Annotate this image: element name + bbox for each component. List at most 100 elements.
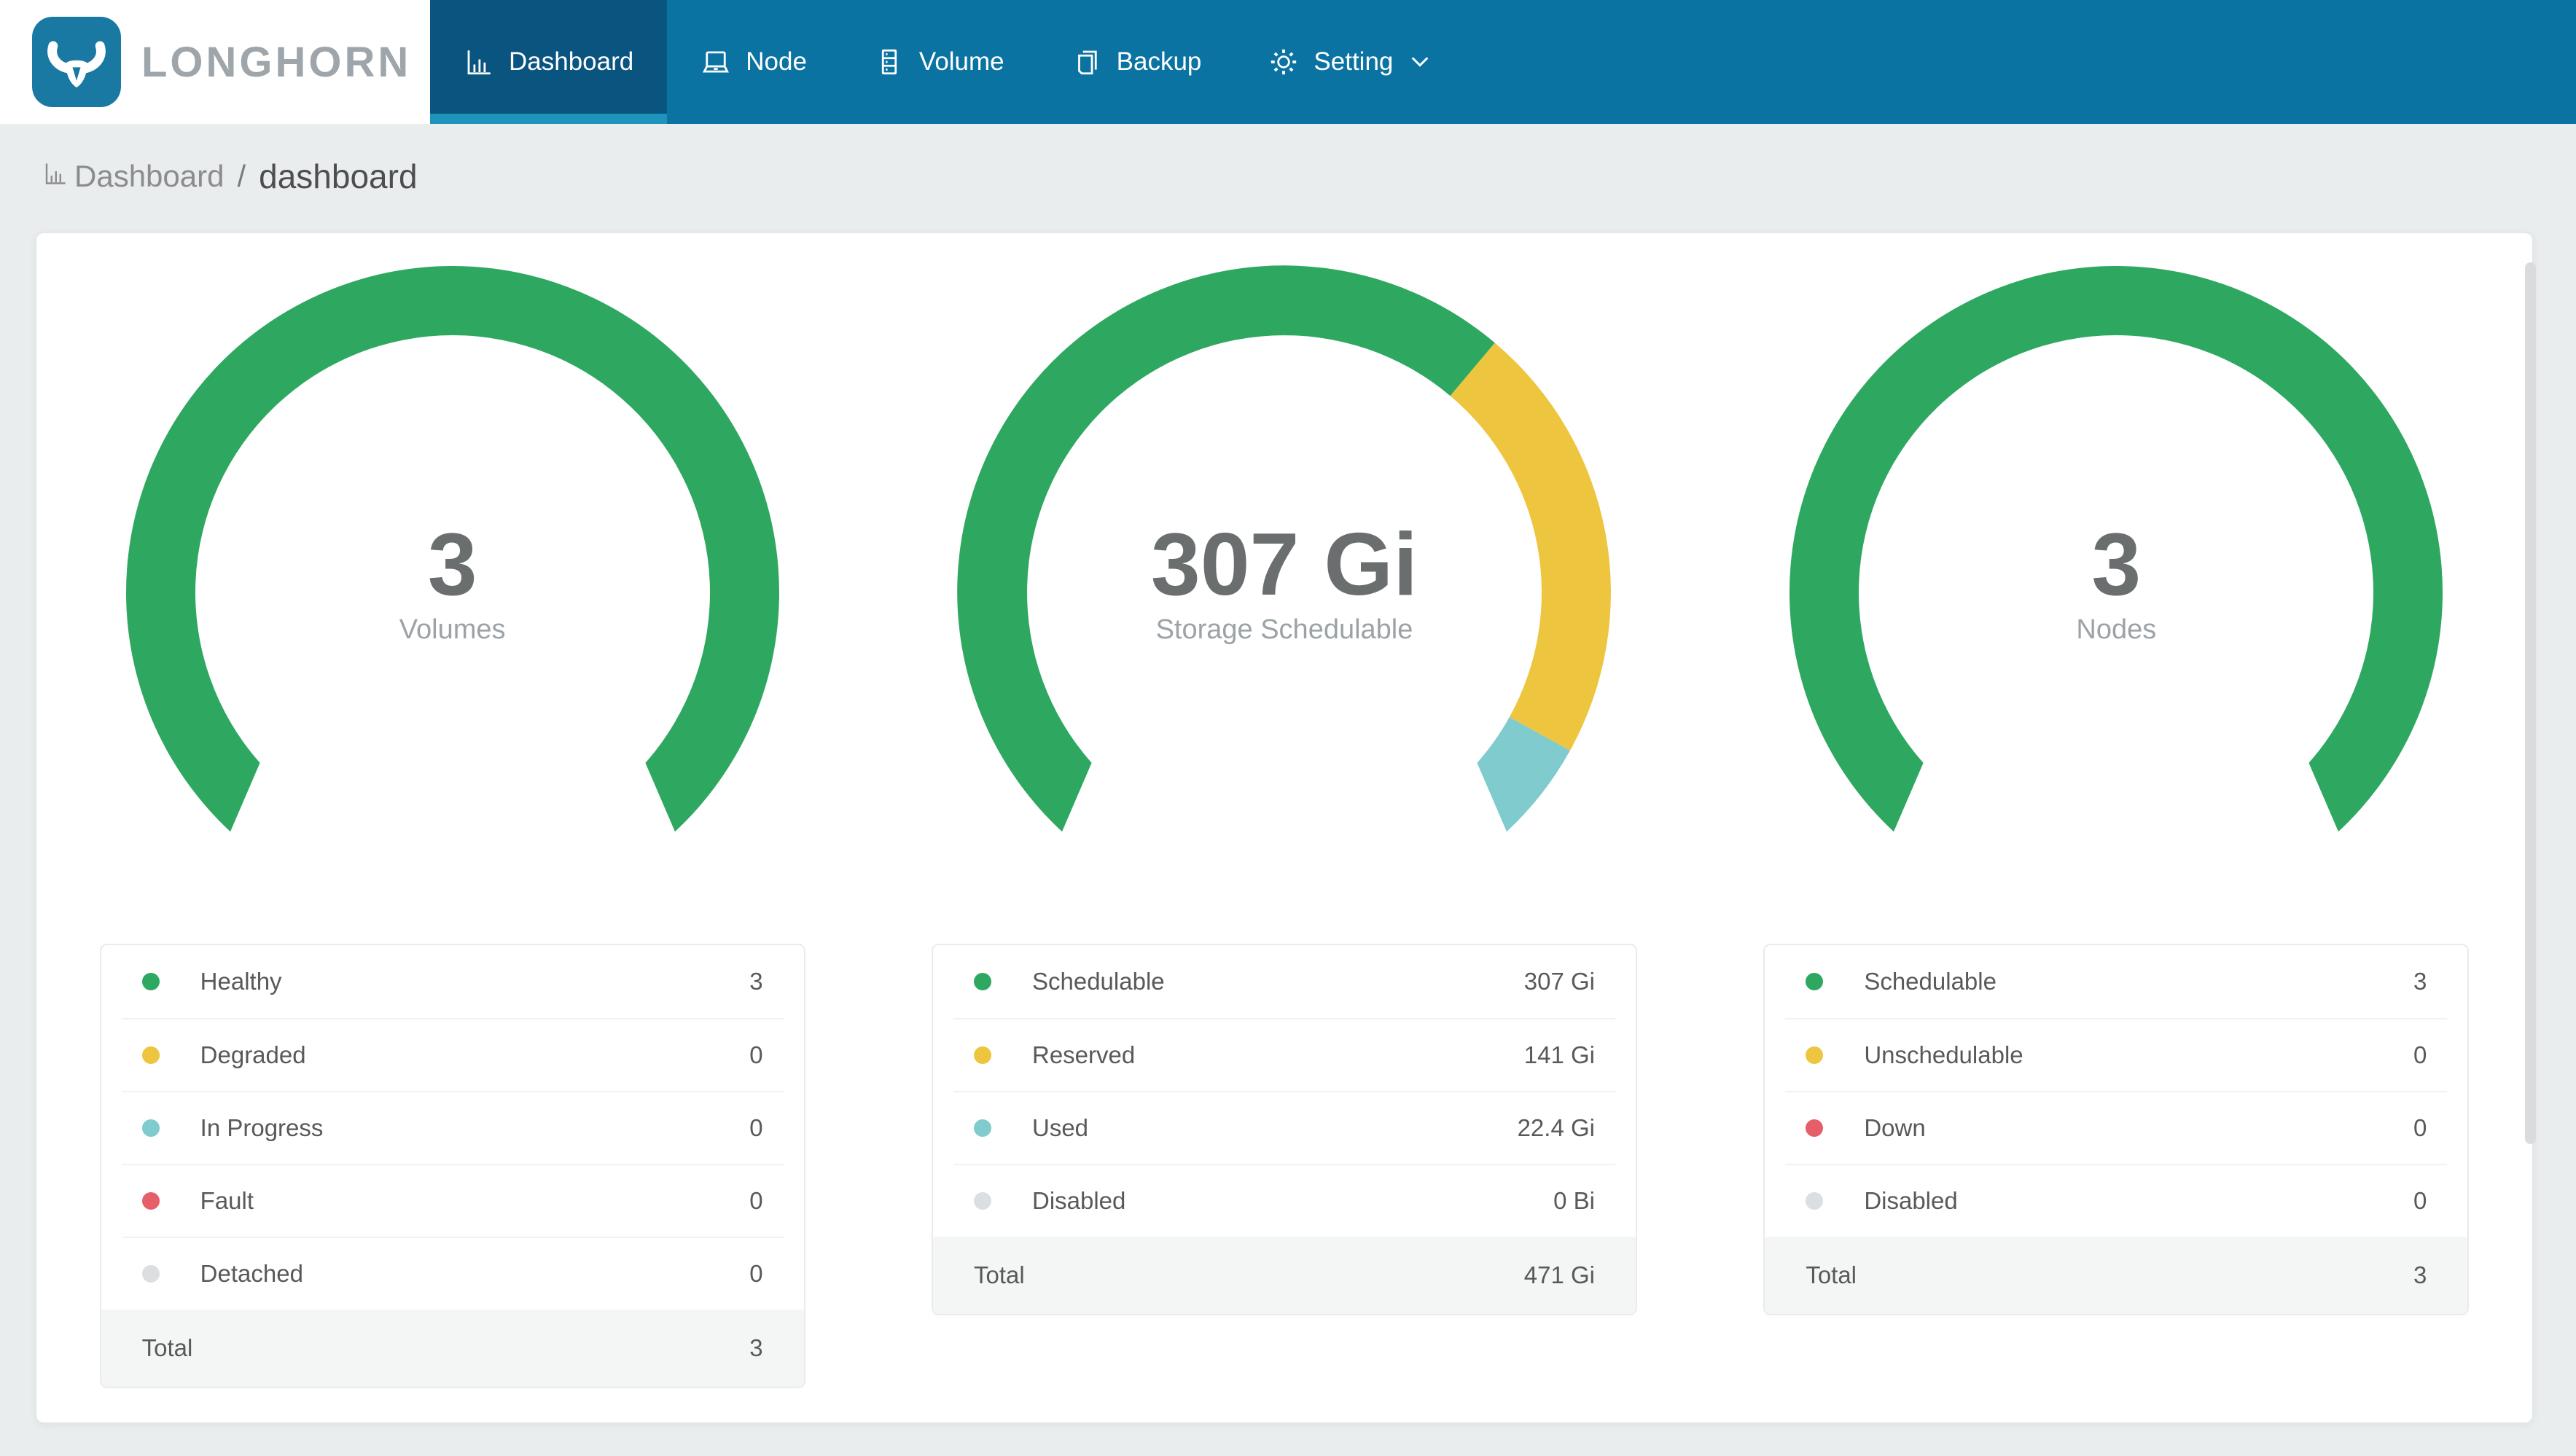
nav-item-node[interactable]: Node	[667, 0, 840, 124]
total-value: 3	[749, 1334, 763, 1361]
top-navbar: LONGHORN Dashboard Node Volume Backup Se…	[0, 0, 2576, 124]
brand-logo[interactable]: LONGHORN	[0, 0, 430, 124]
legend-value: 0 Bi	[1553, 1187, 1595, 1214]
legend-color-dot	[973, 1119, 991, 1137]
longhorn-bull-icon	[32, 17, 121, 107]
legend-color-dot	[141, 1046, 160, 1064]
breadcrumb-section-label: Dashboard	[74, 159, 225, 193]
total-value: 471 Gi	[1523, 1261, 1595, 1288]
nav-item-label: Volume	[918, 47, 1004, 76]
storage-stack-icon	[874, 47, 905, 77]
legend-row: Schedulable 307 Gi	[953, 945, 1615, 1018]
legend-label: Degraded	[200, 1041, 306, 1068]
chevron-down-icon	[1409, 51, 1431, 73]
legend-row: Disabled 0	[1785, 1164, 2448, 1237]
legend-value: 141 Gi	[1523, 1041, 1595, 1068]
gauge-center-label: Storage Schedulable	[1155, 614, 1413, 645]
legend-color-dot	[1806, 973, 1824, 990]
legend-value: 22.4 Gi	[1517, 1114, 1595, 1141]
storage-gauge: 307 Gi Storage Schedulable	[949, 265, 1620, 848]
legend-value: 3	[749, 968, 763, 995]
legend-label: Healthy	[200, 968, 282, 995]
total-label: Total	[973, 1261, 1025, 1288]
bar-chart-icon	[42, 159, 69, 194]
legend-label: Fault	[200, 1187, 254, 1214]
legend-color-dot	[1806, 1046, 1824, 1064]
dashboard-card: 3 Volumes Healthy 3 Degraded 0 In Progre…	[36, 233, 2532, 1422]
breadcrumb: Dashboard / dashboard	[42, 156, 2532, 197]
legend-row: Down 0	[1785, 1091, 2448, 1164]
legend-value: 0	[2413, 1041, 2427, 1068]
legend-value: 0	[749, 1041, 763, 1068]
nav-item-label: Setting	[1314, 47, 1394, 76]
legend-color-dot	[973, 1046, 991, 1064]
gauge-center-value: 3	[2091, 514, 2142, 614]
volumes-gauge: 3 Volumes	[117, 265, 788, 848]
total-value: 3	[2413, 1261, 2427, 1288]
legend-label: Disabled	[1864, 1187, 1958, 1214]
laptop-icon	[700, 47, 731, 77]
nav-item-dashboard[interactable]: Dashboard	[430, 0, 668, 124]
legend-label: Disabled	[1031, 1187, 1126, 1214]
legend-row: Fault 0	[121, 1164, 784, 1237]
legend-label: Schedulable	[1031, 968, 1165, 995]
nav-item-label: Node	[746, 47, 807, 76]
vertical-scrollbar[interactable]	[2525, 262, 2536, 1144]
nodes-legend-table: Schedulable 3 Unschedulable 0 Down 0 Dis…	[1763, 944, 2470, 1315]
legend-color-dot	[141, 1192, 160, 1210]
legend-color-dot	[141, 1265, 160, 1283]
legend-total-row: Total 3	[101, 1310, 804, 1387]
gauge-center-label: Nodes	[2076, 614, 2157, 645]
breadcrumb-current-page: dashboard	[259, 157, 418, 195]
legend-total-row: Total 471 Gi	[932, 1237, 1636, 1314]
total-label: Total	[141, 1334, 193, 1361]
legend-label: Used	[1031, 1114, 1089, 1141]
legend-label: Detached	[200, 1260, 303, 1287]
legend-row: Disabled 0 Bi	[953, 1164, 1615, 1237]
legend-row: Schedulable 3	[1785, 945, 2447, 1018]
legend-value: 0	[749, 1260, 763, 1287]
legend-label: Schedulable	[1864, 968, 1997, 995]
legend-value: 0	[2413, 1114, 2427, 1141]
gauge-center-label: Volumes	[399, 614, 506, 645]
volumes-column: 3 Volumes Healthy 3 Degraded 0 In Progre…	[36, 265, 868, 1388]
legend-color-dot	[973, 1192, 991, 1210]
storage-column: 307 Gi Storage Schedulable Schedulable 3…	[868, 265, 1700, 1388]
legend-value: 0	[749, 1187, 763, 1214]
legend-row: Healthy 3	[122, 945, 784, 1018]
nav-item-label: Backup	[1116, 47, 1202, 76]
legend-label: Down	[1864, 1114, 1926, 1141]
nodes-gauge: 3 Nodes	[1781, 265, 2451, 848]
legend-row: Reserved 141 Gi	[953, 1018, 1615, 1091]
legend-label: Unschedulable	[1864, 1041, 2023, 1068]
legend-total-row: Total 3	[1765, 1237, 2468, 1314]
legend-value: 0	[749, 1114, 763, 1141]
nav-item-setting[interactable]: Setting	[1235, 0, 1464, 124]
gauge-center-value: 3	[427, 514, 477, 614]
breadcrumb-section-link[interactable]: Dashboard	[42, 159, 224, 194]
legend-color-dot	[1806, 1192, 1824, 1210]
legend-row: In Progress 0	[121, 1091, 784, 1164]
storage-legend-table: Schedulable 307 Gi Reserved 141 Gi Used …	[931, 944, 1637, 1315]
brand-name: LONGHORN	[141, 38, 412, 86]
bar-chart-icon	[464, 47, 494, 77]
nav-item-backup[interactable]: Backup	[1038, 0, 1236, 124]
total-label: Total	[1806, 1261, 1857, 1288]
legend-row: Degraded 0	[121, 1018, 784, 1091]
nav-item-volume[interactable]: Volume	[840, 0, 1038, 124]
gear-icon	[1268, 47, 1299, 77]
nav-menu: Dashboard Node Volume Backup Setting	[430, 0, 1464, 124]
nav-item-label: Dashboard	[509, 47, 634, 76]
legend-label: Reserved	[1031, 1041, 1136, 1068]
legend-label: In Progress	[200, 1114, 324, 1141]
page-content: Dashboard / dashboard 3 Volumes Healthy …	[0, 124, 2576, 1422]
gauge-center-value: 307 Gi	[1150, 514, 1418, 614]
legend-value: 0	[2413, 1187, 2427, 1214]
breadcrumb-separator: /	[237, 159, 246, 193]
legend-value: 3	[2413, 968, 2427, 995]
legend-color-dot	[141, 973, 160, 990]
legend-color-dot	[1806, 1119, 1824, 1137]
volumes-legend-table: Healthy 3 Degraded 0 In Progress 0 Fault…	[99, 944, 805, 1388]
copy-pages-icon	[1072, 47, 1102, 77]
legend-row: Detached 0	[121, 1237, 784, 1310]
